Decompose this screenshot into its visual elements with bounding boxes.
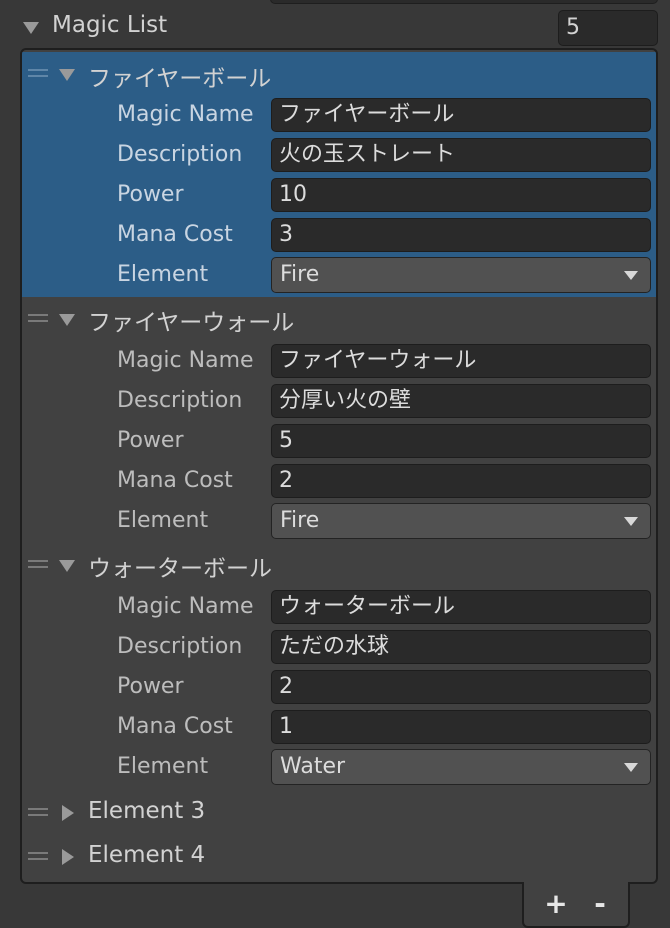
power-label: Power: [117, 674, 184, 699]
element-dropdown-value: Water: [280, 754, 346, 779]
element-title: ファイヤーウォール: [88, 310, 295, 336]
list-element-3[interactable]: Element 3: [22, 792, 656, 836]
foldout-expanded-icon[interactable]: [59, 560, 75, 572]
magic-name-label: Magic Name: [117, 594, 254, 619]
list-element-4[interactable]: Element 4: [22, 836, 656, 880]
magic-name-input[interactable]: ファイヤーウォール: [271, 344, 651, 378]
description-input[interactable]: 火の玉ストレート: [271, 138, 651, 172]
element-title: ウォーターボール: [88, 556, 272, 582]
dropdown-caret-icon: [624, 763, 638, 772]
list-element-1[interactable]: ファイヤーウォール Magic Name ファイヤーウォール Descripti…: [22, 298, 656, 544]
element-label: Element: [117, 754, 209, 779]
magic-name-label: Magic Name: [117, 102, 254, 127]
magic-name-label: Magic Name: [117, 348, 254, 373]
mana-cost-label: Mana Cost: [117, 468, 233, 493]
element-label: Element: [117, 262, 209, 287]
remove-element-button[interactable]: -: [582, 888, 618, 920]
drag-handle-icon[interactable]: [28, 314, 48, 322]
magic-list-title: Magic List: [52, 12, 168, 38]
foldout-expanded-icon[interactable]: [59, 69, 75, 81]
description-label: Description: [117, 388, 243, 413]
element-dropdown-value: Fire: [280, 508, 320, 533]
element-title: Element 4: [88, 842, 206, 868]
magic-name-input[interactable]: ファイヤーボール: [271, 98, 651, 132]
mana-cost-input[interactable]: 2: [271, 464, 651, 498]
add-element-button[interactable]: +: [538, 888, 574, 920]
magic-list-box: ファイヤーボール Magic Name ファイヤーボール Description…: [20, 48, 658, 884]
magic-list-header[interactable]: Magic List 5: [0, 8, 670, 48]
description-label: Description: [117, 634, 243, 659]
foldout-collapsed-icon[interactable]: [62, 849, 74, 865]
dropdown-caret-icon: [624, 271, 638, 280]
drag-handle-icon[interactable]: [28, 560, 48, 568]
element-dropdown[interactable]: Fire: [271, 503, 651, 539]
inspector-panel: Magic List 5 ファイヤーボール Magic Name ファイヤーボー…: [0, 0, 670, 928]
foldout-expanded-icon[interactable]: [59, 314, 75, 326]
power-label: Power: [117, 428, 184, 453]
element-dropdown[interactable]: Water: [271, 749, 651, 785]
foldout-expanded-icon[interactable]: [23, 22, 39, 34]
element-title: Element 3: [88, 798, 206, 824]
mana-cost-label: Mana Cost: [117, 222, 233, 247]
dropdown-caret-icon: [624, 517, 638, 526]
mana-cost-label: Mana Cost: [117, 714, 233, 739]
power-label: Power: [117, 182, 184, 207]
element-title: ファイヤーボール: [88, 66, 272, 92]
power-input[interactable]: 10: [271, 178, 651, 212]
drag-handle-icon[interactable]: [28, 69, 48, 77]
drag-handle-icon[interactable]: [28, 852, 48, 860]
mana-cost-input[interactable]: 1: [271, 710, 651, 744]
power-input[interactable]: 5: [271, 424, 651, 458]
power-input[interactable]: 2: [271, 670, 651, 704]
list-footer: + -: [522, 882, 630, 928]
element-label: Element: [117, 508, 209, 533]
list-element-2[interactable]: ウォーターボール Magic Name ウォーターボール Description…: [22, 544, 656, 790]
drag-handle-icon[interactable]: [28, 808, 48, 816]
foldout-collapsed-icon[interactable]: [62, 805, 74, 821]
magic-name-input[interactable]: ウォーターボール: [271, 590, 651, 624]
previous-field-cutoff: [270, 0, 658, 4]
element-dropdown[interactable]: Fire: [271, 257, 651, 293]
description-label: Description: [117, 142, 243, 167]
description-input[interactable]: 分厚い火の壁: [271, 384, 651, 418]
list-element-0[interactable]: ファイヤーボール Magic Name ファイヤーボール Description…: [22, 52, 656, 297]
description-input[interactable]: ただの水球: [271, 630, 651, 664]
mana-cost-input[interactable]: 3: [271, 218, 651, 252]
list-size-field[interactable]: 5: [558, 10, 658, 46]
element-dropdown-value: Fire: [280, 262, 320, 287]
